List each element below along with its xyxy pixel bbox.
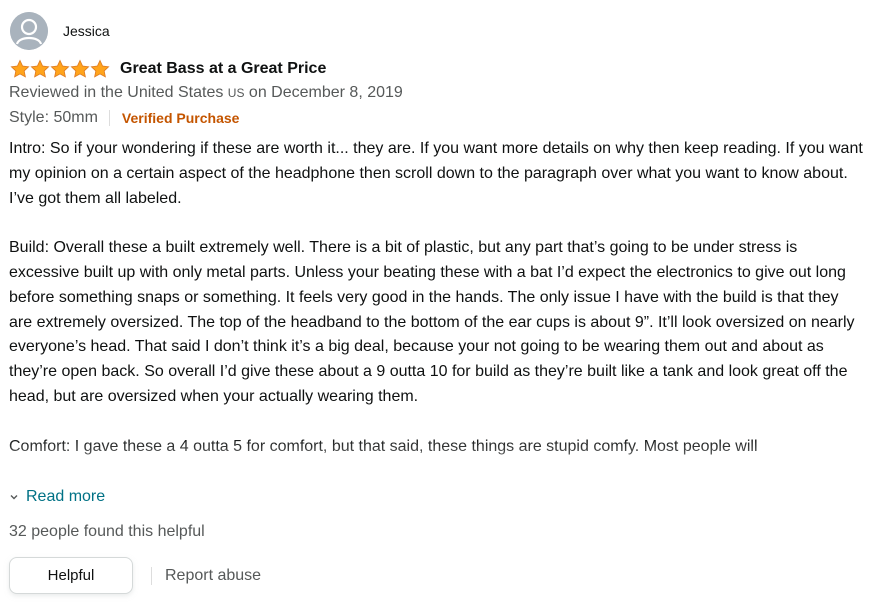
- review-paragraph: Comfort: I gave these a 4 outta 5 for co…: [9, 437, 758, 455]
- review-date-suffix: on December 8, 2019: [248, 84, 403, 101]
- review-card: Jessica Great Bass at a Great Price Revi…: [0, 0, 871, 605]
- star-icon: [30, 59, 50, 79]
- helpful-button[interactable]: Helpful: [9, 557, 133, 594]
- star-rating[interactable]: [10, 59, 110, 79]
- review-date: Reviewed in the United States US on Dece…: [9, 84, 403, 102]
- read-more-label: Read more: [26, 488, 106, 505]
- verified-purchase-badge: Verified Purchase: [121, 110, 240, 126]
- review-title[interactable]: Great Bass at a Great Price: [120, 60, 326, 78]
- star-icon: [10, 59, 30, 79]
- divider: [108, 110, 110, 126]
- read-more-link[interactable]: Read more: [9, 488, 105, 506]
- report-abuse-link[interactable]: Report abuse: [165, 567, 261, 585]
- review-format-row: Style: 50mm Verified Purchase: [9, 109, 239, 127]
- star-icon: [70, 59, 90, 79]
- chevron-down-icon: [9, 492, 19, 502]
- product-style[interactable]: Style: 50mm: [9, 109, 98, 127]
- review-date-prefix: Reviewed in the United States: [9, 84, 224, 101]
- review-title-row: Great Bass at a Great Price: [10, 58, 326, 80]
- review-actions: Helpful Report abuse: [9, 557, 261, 594]
- review-paragraph: Intro: So if your wondering if these are…: [9, 140, 863, 207]
- helpful-count: 32 people found this helpful: [9, 523, 205, 540]
- star-icon: [90, 59, 110, 79]
- default-user-avatar-icon: [10, 12, 48, 50]
- star-icon: [50, 59, 70, 79]
- country-code: US: [227, 86, 245, 100]
- avatar[interactable]: [10, 12, 48, 50]
- divider: [151, 566, 152, 585]
- review-body: Intro: So if your wondering if these are…: [9, 137, 865, 482]
- reviewer-name[interactable]: Jessica: [63, 23, 110, 39]
- review-paragraph: Build: Overall these a built extremely w…: [9, 239, 855, 405]
- reviewer-profile[interactable]: Jessica: [10, 12, 110, 50]
